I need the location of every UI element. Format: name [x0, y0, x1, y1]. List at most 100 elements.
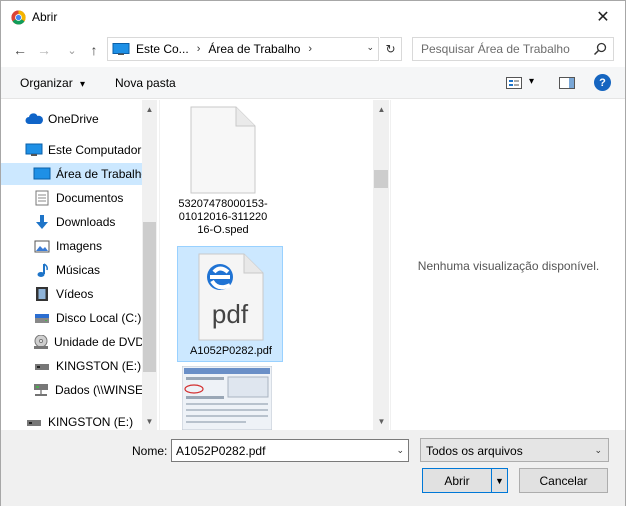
breadcrumb-separator[interactable]: › [308, 43, 312, 55]
scroll-down-arrow-icon[interactable]: ▼ [142, 414, 157, 428]
file-item-sped[interactable]: 53207478000153- 01012016-311220 16-O.spe… [170, 100, 276, 245]
sidebar-item-dados-network[interactable]: Dados (\\WINSE [33, 379, 143, 401]
sidebar-item-musicas[interactable]: Músicas [33, 259, 143, 281]
file-item-pdf[interactable]: pdf A1052P0282.pdf [177, 246, 283, 362]
usb-drive-icon [33, 358, 51, 374]
usb-drive-icon [25, 414, 43, 430]
blank-file-icon [190, 106, 256, 194]
sidebar-item-label: Documentos [56, 191, 124, 205]
open-split-dropdown[interactable]: ▼ [491, 469, 507, 492]
sidebar-item-documentos[interactable]: Documentos [33, 187, 143, 209]
scroll-up-arrow-icon[interactable]: ▲ [374, 102, 389, 116]
help-button[interactable]: ? [594, 74, 611, 91]
search-box[interactable] [412, 37, 614, 61]
breadcrumb-este-computador[interactable]: Este Co... [136, 42, 189, 56]
screenshot-thumbnail [182, 366, 272, 430]
sidebar-item-label: OneDrive [48, 112, 99, 126]
file-name-combobox[interactable]: ⌄ [171, 439, 409, 462]
forward-arrow-icon: → [37, 42, 51, 58]
recent-locations-button[interactable]: ⌄ [61, 39, 83, 61]
videos-icon [33, 286, 51, 302]
search-input[interactable] [413, 38, 589, 60]
chevron-down-icon[interactable]: ⌄ [396, 445, 404, 456]
sidebar-item-videos[interactable]: Vídeos [33, 283, 143, 305]
open-file-dialog: Abrir ✕ ← → ⌄ ↑ Este Co... › Área de Tra… [0, 0, 626, 506]
breadcrumb-separator[interactable]: › [197, 43, 201, 55]
up-folder-button[interactable]: ↑ [83, 39, 105, 61]
music-icon [33, 262, 51, 278]
chevron-down-icon[interactable]: ⌄ [366, 42, 374, 53]
sidebar-item-onedrive[interactable]: OneDrive [25, 108, 141, 130]
chevron-down-icon: ⌄ [67, 44, 77, 57]
sidebar-item-label: Este Computador [48, 143, 142, 157]
navigation-pane: OneDrive Este Computador Área de Trabalh… [1, 100, 159, 430]
sidebar-item-downloads[interactable]: Downloads [33, 211, 143, 233]
sidebar-item-label: KINGSTON (E:) [56, 359, 142, 373]
refresh-button[interactable]: ↻ [380, 37, 402, 61]
sidebar-item-label: Imagens [56, 239, 103, 253]
open-button-label: Abrir [444, 473, 470, 488]
open-button[interactable]: Abrir ▼ [422, 468, 508, 493]
chrome-icon [11, 10, 26, 25]
chevron-down-icon: ▾ [80, 79, 86, 90]
command-bar: Organizar ▾ Nova pasta ▾ ? [1, 67, 625, 99]
file-name: A1052P0282.pdf [190, 345, 272, 357]
scrollbar-thumb[interactable] [374, 170, 388, 188]
breadcrumb-area-de-trabalho[interactable]: Área de Trabalho [208, 42, 300, 56]
no-preview-message: Nenhuma visualização disponível. [417, 259, 600, 273]
file-name: 53207478000153- 01012016-311220 16-O.spe… [178, 198, 268, 236]
documents-icon [33, 190, 51, 206]
search-icon [593, 42, 607, 56]
sidebar-item-label: Downloads [56, 215, 116, 229]
address-bar[interactable]: Este Co... › Área de Trabalho › ⌄ [107, 37, 379, 61]
sidebar-item-kingston-root[interactable]: KINGSTON (E:) [25, 411, 143, 430]
sidebar-item-label: Unidade de DVD [54, 335, 145, 349]
view-options-icon[interactable] [506, 77, 522, 89]
pdf-label: pdf [212, 299, 249, 329]
navigation-bar: ← → ⌄ ↑ Este Co... › Área de Trabalho › … [1, 35, 625, 65]
refresh-icon: ↻ [385, 42, 396, 56]
sidebar-item-disco-local[interactable]: Disco Local (C:) [33, 307, 143, 329]
preview-pane-icon[interactable] [559, 77, 575, 89]
sidebar-item-este-computador[interactable]: Este Computador [25, 139, 143, 161]
sidebar-item-kingston[interactable]: KINGSTON (E:) [33, 355, 143, 377]
new-folder-button[interactable]: Nova pasta [115, 76, 176, 90]
file-name-input[interactable] [172, 440, 382, 461]
downloads-icon [33, 214, 51, 230]
back-arrow-icon: ← [13, 42, 27, 58]
title-bar: Abrir ✕ [1, 1, 625, 33]
file-list-scrollbar[interactable]: ▲ ▼ [373, 100, 389, 430]
back-button[interactable]: ← [9, 39, 31, 61]
sidebar-item-label: Área de Trabalho [56, 167, 149, 181]
file-type-value: Todos os arquivos [426, 444, 523, 458]
file-item-screenshot[interactable] [170, 366, 276, 430]
file-type-select[interactable]: Todos os arquivos ⌄ [420, 438, 609, 462]
sidebar-item-label: Disco Local (C:) [56, 311, 142, 325]
sidebar-item-area-de-trabalho[interactable]: Área de Trabalho [1, 163, 148, 185]
scroll-up-arrow-icon[interactable]: ▲ [142, 102, 157, 116]
organize-menu[interactable]: Organizar ▾ [20, 76, 85, 90]
sidebar-item-imagens[interactable]: Imagens [33, 235, 143, 257]
scroll-down-arrow-icon[interactable]: ▼ [374, 414, 389, 428]
edge-pdf-icon: pdf [198, 253, 264, 341]
sidebar-item-label: Dados (\\WINSE [54, 383, 143, 397]
close-button[interactable]: ✕ [581, 1, 625, 33]
sidebar-item-dvd[interactable]: Unidade de DVD [33, 331, 145, 353]
organize-label: Organizar [20, 76, 73, 90]
computer-icon [112, 43, 130, 55]
view-options-dropdown[interactable]: ▾ [529, 76, 534, 87]
file-list: 53207478000153- 01012016-311220 16-O.spe… [159, 100, 373, 430]
cancel-button[interactable]: Cancelar [519, 468, 608, 493]
sidebar-item-label: Músicas [56, 263, 101, 277]
cancel-button-label: Cancelar [539, 473, 588, 488]
onedrive-icon [25, 111, 43, 127]
network-drive-icon [33, 382, 50, 398]
scrollbar-thumb[interactable] [143, 222, 156, 372]
file-name-label: Nome: [132, 444, 168, 458]
desktop-icon [33, 166, 51, 182]
dialog-footer: Nome: ⌄ Todos os arquivos ⌄ Abrir ▼ Canc… [1, 430, 625, 506]
sidebar-scrollbar[interactable]: ▲ ▼ [142, 100, 157, 430]
computer-icon [25, 142, 43, 158]
sidebar-item-label: Vídeos [56, 287, 94, 301]
forward-button[interactable]: → [33, 39, 55, 61]
